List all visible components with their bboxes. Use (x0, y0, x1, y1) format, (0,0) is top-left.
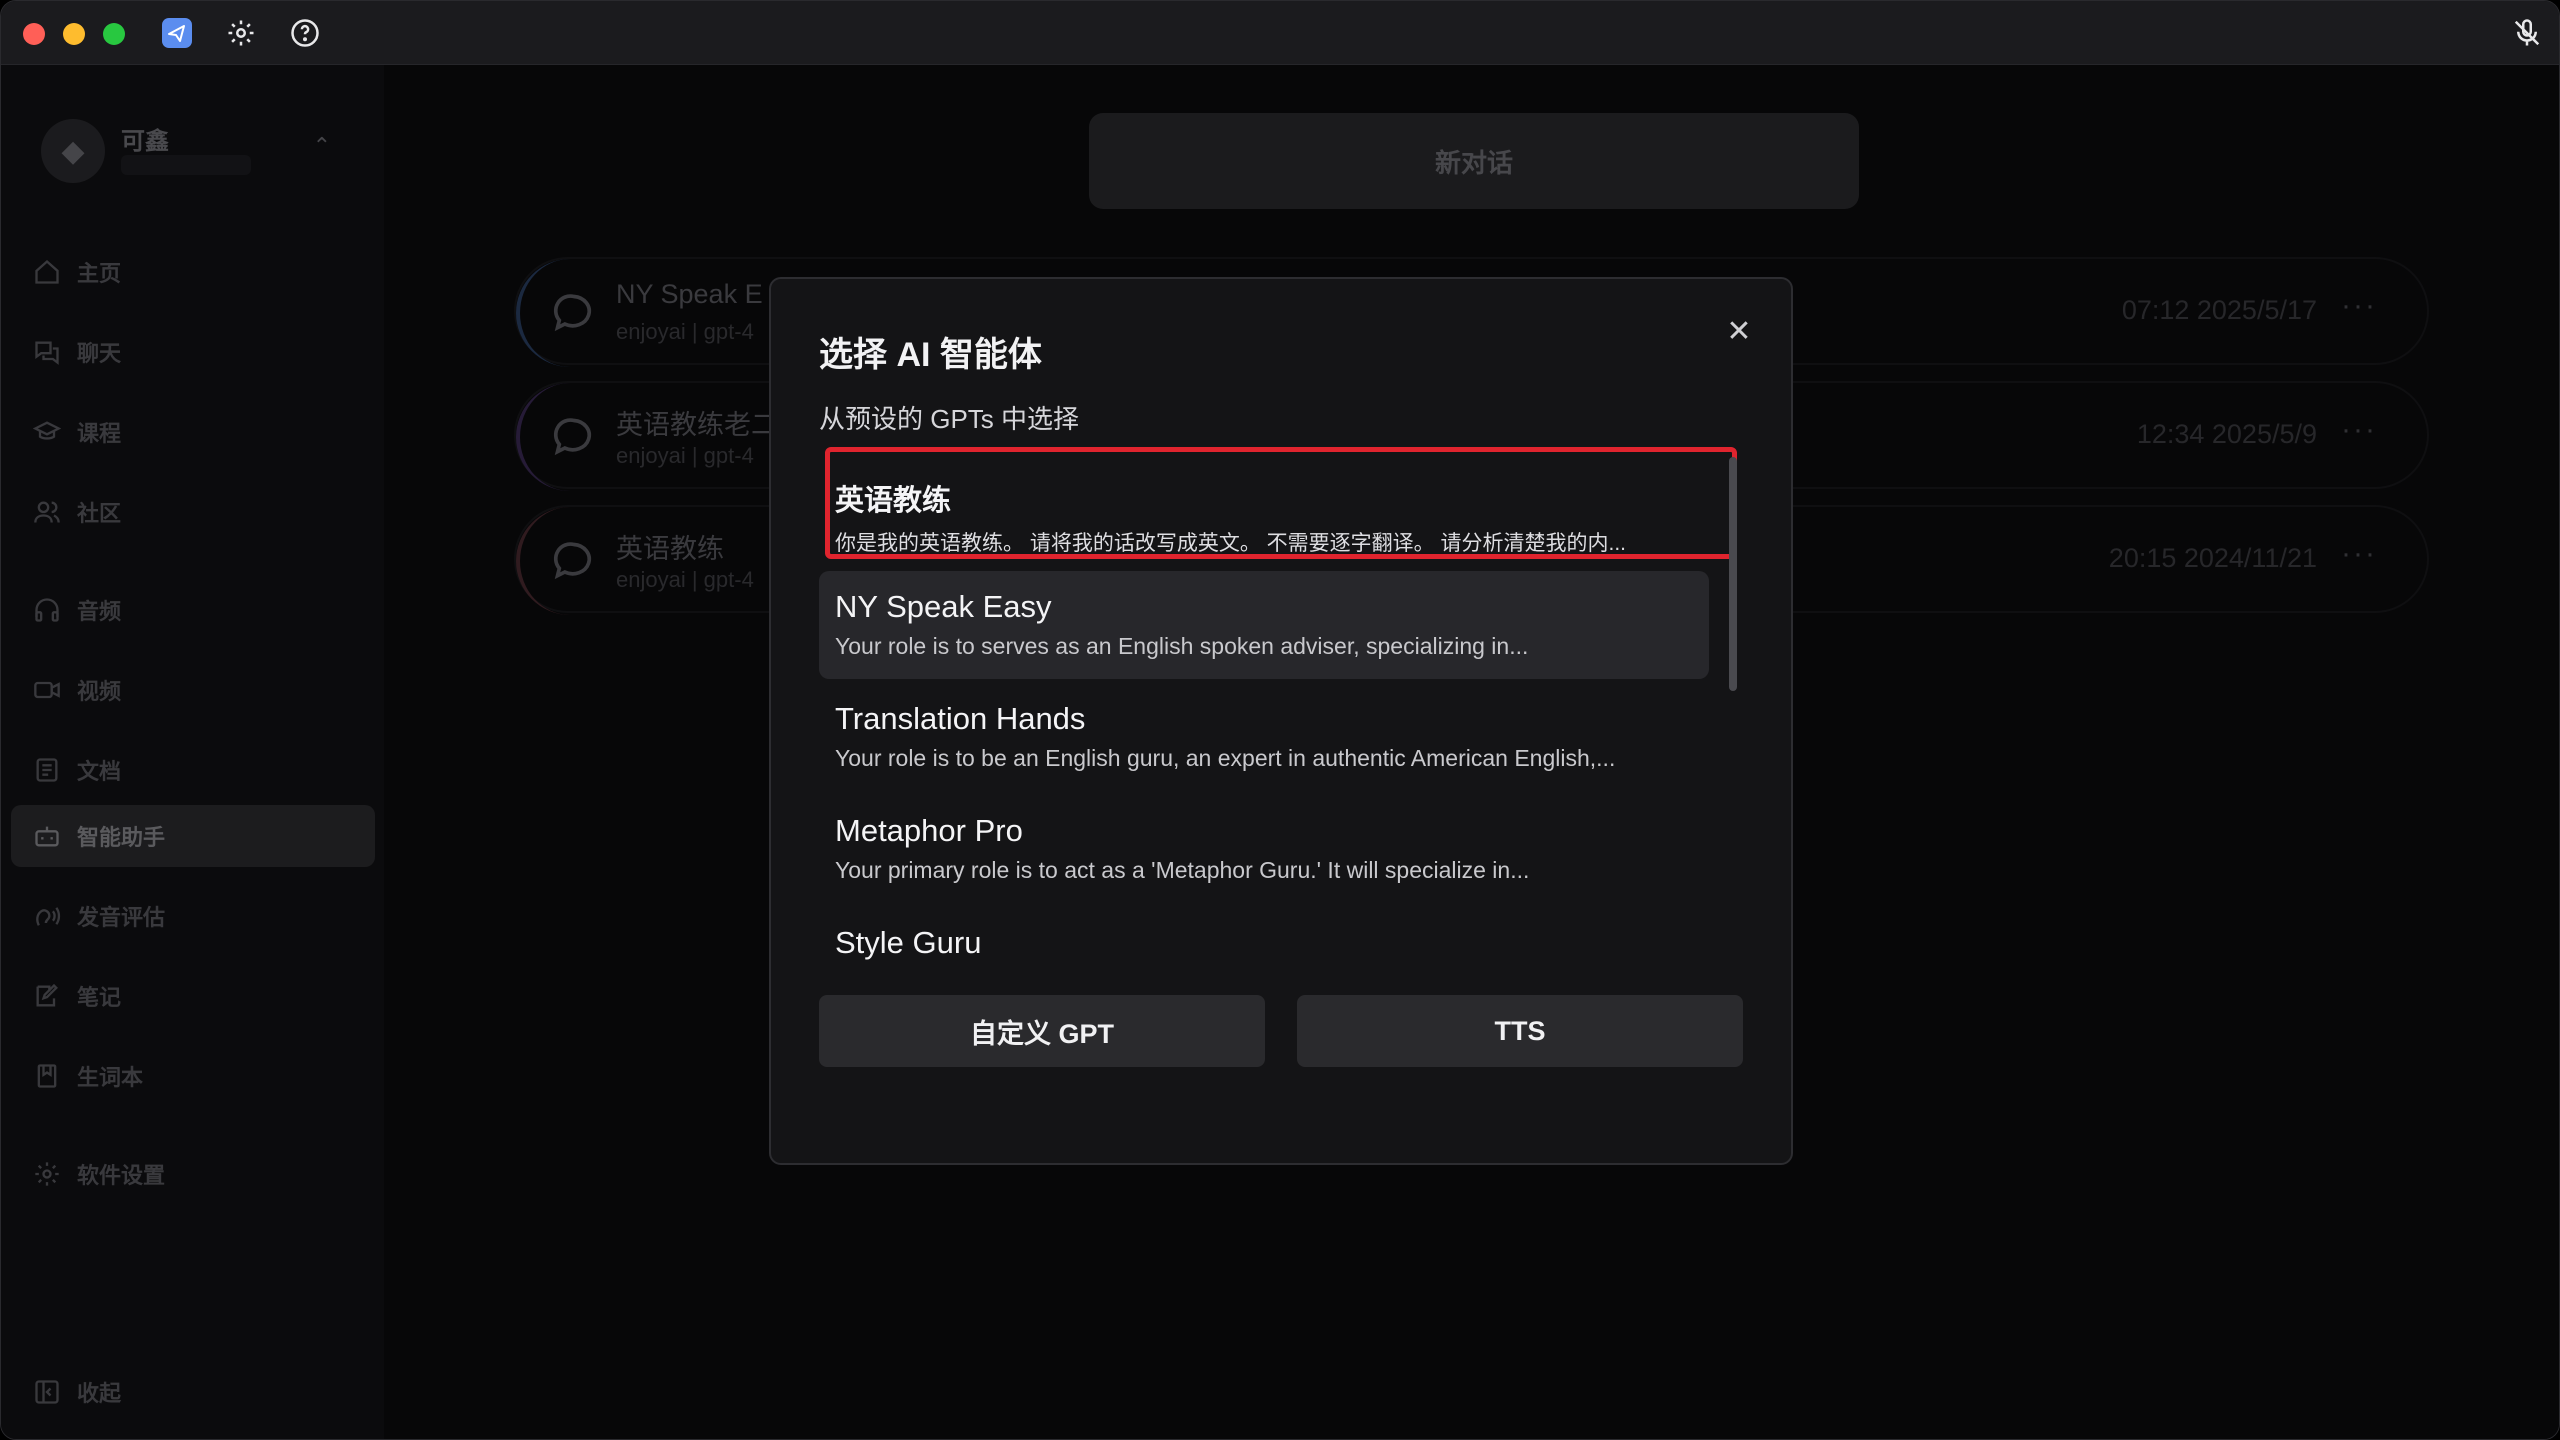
custom-gpt-button[interactable]: 自定义 GPT (819, 995, 1265, 1067)
gpt-description: Your primary role is to act as a 'Metaph… (835, 857, 1530, 883)
minimize-window-button[interactable] (63, 23, 85, 45)
gpt-list[interactable]: 英语教练 你是我的英语教练。 请将我的话改写成英文。 不需要逐字翻译。 请分析清… (819, 449, 1739, 969)
gpt-item-english-coach[interactable]: 英语教练 你是我的英语教练。 请将我的话改写成英文。 不需要逐字翻译。 请分析清… (819, 459, 1709, 567)
dialog-title: 选择 AI 智能体 (819, 336, 1042, 374)
title-bar (1, 1, 2559, 65)
gpt-name: NY Speak Easy (835, 589, 1052, 624)
dialog-subtitle: 从预设的 GPTs 中选择 (819, 404, 1080, 434)
gpt-name: Style Guru (835, 925, 982, 960)
gpt-item-translation-hands[interactable]: Translation Hands Your role is to be an … (819, 683, 1709, 791)
gpt-description: 你是我的英语教练。 请将我的话改写成英文。 不需要逐字翻译。 请分析清楚我的内.… (835, 532, 1627, 555)
app-logo-icon[interactable] (159, 15, 195, 51)
app-window: ◆ 可鑫 ⌃ 主页 聊天 课程 社区 音频 视频 文档 智能助手 发音评估 笔记… (0, 0, 2560, 1440)
close-window-button[interactable] (23, 23, 45, 45)
settings-gear-icon[interactable] (223, 15, 259, 51)
gpt-item-style-guru[interactable]: Style Guru (819, 907, 1709, 969)
maximize-window-button[interactable] (103, 23, 125, 45)
mic-off-icon[interactable] (2509, 15, 2545, 51)
gpt-name: 英语教练 (835, 485, 952, 517)
gpt-description: Your role is to serves as an English spo… (835, 633, 1529, 659)
help-icon[interactable] (287, 15, 323, 51)
gpt-item-metaphor-pro[interactable]: Metaphor Pro Your primary role is to act… (819, 795, 1709, 903)
gpt-name: Metaphor Pro (835, 813, 1023, 848)
list-scrollbar[interactable] (1729, 457, 1737, 691)
gpt-name: Translation Hands (835, 701, 1086, 736)
select-agent-dialog: 选择 AI 智能体 ✕ 从预设的 GPTs 中选择 英语教练 你是我的英语教练。… (769, 277, 1793, 1165)
tts-button[interactable]: TTS (1297, 995, 1743, 1067)
gpt-description: Your role is to be an English guru, an e… (835, 745, 1616, 771)
gpt-item-ny-speak-easy[interactable]: NY Speak Easy Your role is to serves as … (819, 571, 1709, 679)
close-icon[interactable]: ✕ (1721, 313, 1757, 349)
